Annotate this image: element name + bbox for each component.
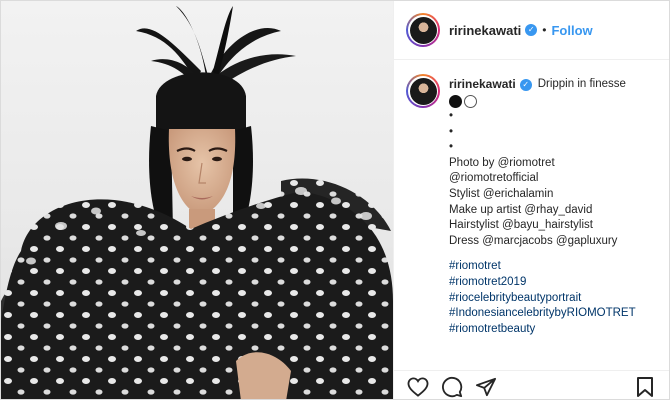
caption-text: Drippin in finesse xyxy=(537,77,626,90)
credit-photo[interactable]: Photo by @riomotret xyxy=(449,156,659,172)
black-circle-icon xyxy=(449,94,462,108)
credit-makeup[interactable]: Make up artist @rhay_david xyxy=(449,203,659,219)
instagram-post: ririnekawati ✓ • Follow ririnekawati ✓ D… xyxy=(0,0,670,400)
caption-username[interactable]: ririnekawati xyxy=(449,77,516,93)
fashion-portrait-image xyxy=(1,6,393,399)
verified-badge-icon: ✓ xyxy=(525,24,538,36)
post-header: ririnekawati ✓ • Follow xyxy=(394,1,669,60)
bookmark-icon[interactable] xyxy=(633,375,657,399)
verified-badge-icon: ✓ xyxy=(519,78,532,91)
credit-stylist[interactable]: Stylist @erichalamin xyxy=(449,187,659,203)
credit-official[interactable]: @riomotretofficial xyxy=(449,171,659,187)
caption-body: ririnekawati ✓ Drippin in finesse • • • … xyxy=(449,74,659,340)
credit-dress[interactable]: Dress @marcjacobs @gapluxury xyxy=(449,234,659,250)
caption-dot: • xyxy=(449,125,454,138)
header-separator: • xyxy=(542,23,547,37)
hashtag-link[interactable]: #riomotretbeauty xyxy=(449,322,659,338)
share-icon[interactable] xyxy=(474,375,498,399)
circle-emojis xyxy=(449,93,659,109)
caption-avatar xyxy=(409,77,437,105)
action-bar xyxy=(394,370,669,399)
post-side-panel: ririnekawati ✓ • Follow ririnekawati ✓ D… xyxy=(393,1,669,399)
credit-hairstylist[interactable]: Hairstylist @bayu_hairstylist xyxy=(449,218,659,234)
hashtag-link[interactable]: #riomotret2019 xyxy=(449,275,659,291)
caption-dot: • xyxy=(449,110,454,122)
caption-area: ririnekawati ✓ Drippin in finesse • • • … xyxy=(394,60,669,340)
caption-story-ring[interactable] xyxy=(406,74,440,108)
story-ring[interactable] xyxy=(406,13,440,47)
caption-row: ririnekawati ✓ Drippin in finesse • • • … xyxy=(394,60,669,340)
post-photo[interactable] xyxy=(1,1,393,399)
header-username[interactable]: ririnekawati xyxy=(449,23,521,38)
heart-icon[interactable] xyxy=(406,375,430,399)
follow-button[interactable]: Follow xyxy=(551,23,592,38)
hashtag-link[interactable]: #riocelebritybeautyportrait xyxy=(449,291,659,307)
hashtag-link[interactable]: #riomotret xyxy=(449,259,659,275)
white-circle-icon xyxy=(464,94,477,108)
caption-first-line: ririnekawati ✓ Drippin in finesse xyxy=(449,77,659,92)
hashtag-link[interactable]: #IndonesiancelebritybyRIOMOTRET xyxy=(449,306,659,322)
comment-icon[interactable] xyxy=(440,375,464,399)
caption-dot: • xyxy=(449,141,454,154)
avatar xyxy=(409,16,437,44)
